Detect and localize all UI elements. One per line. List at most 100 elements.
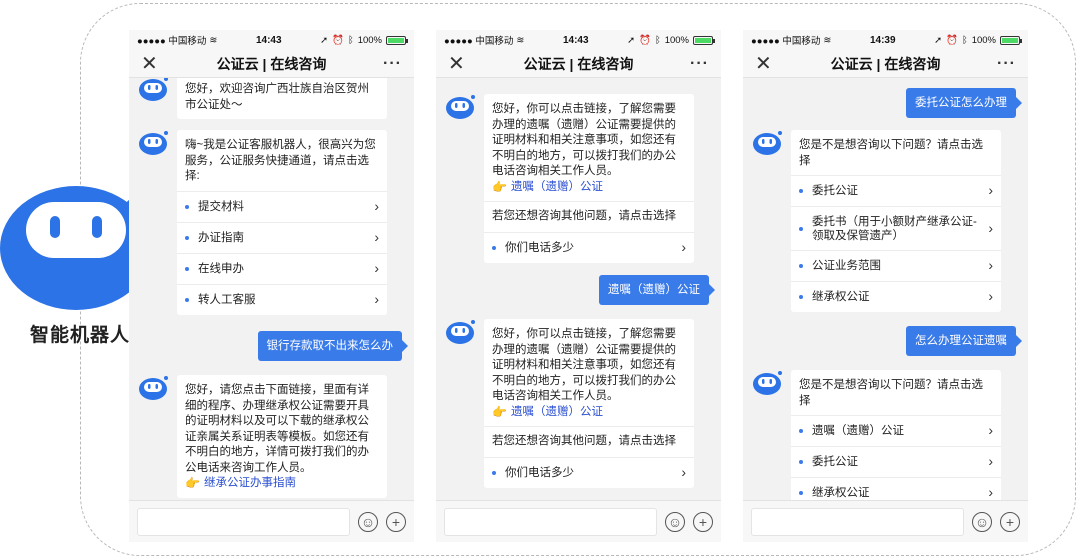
status-time: 14:43 <box>562 34 589 46</box>
bot-message-menu: 嗨~我是公证客服机器人，很高兴为您服务，公证服务快捷通道，请点击选择: 提交材料… <box>177 130 387 315</box>
status-time: 14:39 <box>869 34 896 46</box>
chevron-right-icon: › <box>988 288 993 305</box>
carrier-text: ●●●●● 中国移动 <box>751 36 821 47</box>
will-notary-link[interactable]: 👉 遗嘱（遗赠）公证 <box>492 405 686 421</box>
more-icon[interactable]: ··· <box>689 55 709 73</box>
bot-avatar-icon <box>139 78 168 101</box>
location-icon: ➚ <box>627 34 636 46</box>
emoji-icon[interactable]: ☺ <box>972 511 992 532</box>
input-bar: ☺ + <box>129 500 414 542</box>
close-icon[interactable]: ✕ <box>141 54 161 74</box>
option-human-service[interactable]: 转人工客服 › <box>177 283 387 315</box>
option-submit-materials[interactable]: 提交材料 › <box>177 190 387 222</box>
bullet-icon <box>492 245 496 250</box>
user-message: 怎么办理公证遗嘱 <box>906 326 1022 356</box>
carrier-text: ●●●●● 中国移动 <box>137 36 207 47</box>
more-icon[interactable]: ··· <box>996 55 1016 73</box>
option-phone-number[interactable]: 你们电话多少 › <box>484 456 694 488</box>
option-online-apply[interactable]: 在线申办 › <box>177 252 387 284</box>
bot-avatar-icon <box>753 371 782 395</box>
close-icon[interactable]: ✕ <box>448 54 468 74</box>
close-icon[interactable]: ✕ <box>755 54 775 74</box>
option-business-scope[interactable]: 公证业务范围 › <box>791 250 1001 281</box>
chevron-right-icon: › <box>374 197 379 214</box>
nav-bar: ✕ 公证云 | 在线咨询 ··· <box>436 50 721 78</box>
bot-avatar-icon <box>446 95 475 119</box>
option-entrust-notary[interactable]: 委托公证 › <box>791 175 1001 206</box>
carrier-text: ●●●●● 中国移动 <box>444 36 514 47</box>
will-notary-link[interactable]: 👉 遗嘱（遗赠）公证 <box>492 180 686 196</box>
plus-icon[interactable]: + <box>693 511 713 532</box>
bullet-icon <box>799 460 803 464</box>
location-icon: ➚ <box>320 34 329 46</box>
bullet-icon <box>799 491 803 495</box>
message-input[interactable] <box>444 507 657 536</box>
showcase-stage: 智能机器人 ●●●●● 中国移动 ≋ 14:43 ➚ ⏰ ᛒ 100% ✕ 公证云 | … <box>0 0 1080 559</box>
bullet-icon <box>799 429 803 433</box>
input-bar: ☺ + <box>743 500 1028 542</box>
bot-avatar-icon <box>753 131 782 155</box>
battery-percent: 100% <box>971 34 996 46</box>
chevron-right-icon: › <box>681 238 686 255</box>
input-bar: ☺ + <box>436 500 721 542</box>
chevron-right-icon: › <box>374 290 379 307</box>
bullet-icon <box>185 266 189 271</box>
phone-screen-3: ●●●●● 中国移动 ≋ 14:39 ➚ ⏰ ᛒ 100% ✕ 公证云 | 在线咨询 ·… <box>743 30 1028 542</box>
option-power-of-attorney[interactable]: 委托书（用于小额财产继承公证-领取及保管遗产） › <box>791 206 1001 250</box>
chat-area[interactable]: 您好，你可以点击链接，了解您需要办理的遗嘱（遗赠）公证需要提供的证明材料和相关注… <box>436 78 721 500</box>
chat-area[interactable]: 您好，欢迎咨询广西壮族自治区贺州市公证处～ 嗨~我是公证客服机器人，很高兴为您服… <box>129 78 414 500</box>
emoji-icon[interactable]: ☺ <box>665 511 685 532</box>
chevron-right-icon: › <box>988 484 993 500</box>
option-inheritance[interactable]: 继承权公证 › <box>791 477 1001 500</box>
bot-message-suggestions: 您是不是想咨询以下问题？请点击选择 委托公证 › 委托书（用于小额财产继承公证-领… <box>791 130 1001 312</box>
bot-avatar-icon <box>139 376 168 400</box>
bluetooth-icon: ᛒ <box>654 34 661 46</box>
status-bar: ●●●●● 中国移动 ≋ 14:43 ➚ ⏰ ᛒ 100% <box>436 30 721 50</box>
battery-icon <box>693 35 715 45</box>
battery-fill <box>388 37 404 43</box>
bot-message-answer: 您好，你可以点击链接，了解您需要办理的遗嘱（遗赠）公证需要提供的证明材料和相关注… <box>484 319 694 488</box>
nav-bar: ✕ 公证云 | 在线咨询 ··· <box>129 50 414 78</box>
option-phone-number[interactable]: 你们电话多少 › <box>484 231 694 263</box>
option-will-notary[interactable]: 遗嘱（遗赠）公证 › <box>791 415 1001 446</box>
plus-icon[interactable]: + <box>386 511 406 532</box>
status-bar: ●●●●● 中国移动 ≋ 14:43 ➚ ⏰ ᛒ 100% <box>129 30 414 50</box>
battery-percent: 100% <box>664 34 689 46</box>
alarm-icon: ⏰ <box>332 34 344 46</box>
page-title: 公证云 | 在线咨询 <box>523 55 634 72</box>
emoji-icon[interactable]: ☺ <box>358 511 378 532</box>
option-inheritance[interactable]: 继承权公证 › <box>791 281 1001 312</box>
chevron-right-icon: › <box>681 463 686 480</box>
wifi-icon: ≋ <box>209 34 218 46</box>
bluetooth-icon: ᛒ <box>347 34 354 46</box>
guide-link[interactable]: 👉 继承公证办事指南 <box>185 476 379 492</box>
plus-icon[interactable]: + <box>1000 511 1020 532</box>
bluetooth-icon: ᛒ <box>961 34 968 46</box>
message-input[interactable] <box>137 507 350 536</box>
chevron-right-icon: › <box>988 257 993 274</box>
pointing-hand-icon: 👉 <box>185 476 200 490</box>
more-icon[interactable]: ··· <box>382 55 402 73</box>
bullet-icon <box>185 204 189 209</box>
bullet-icon <box>492 470 496 475</box>
bullet-icon <box>799 295 803 299</box>
bullet-icon <box>799 189 803 193</box>
bullet-icon <box>185 297 189 302</box>
battery-icon <box>1000 35 1022 45</box>
robot-label: 智能机器人 <box>29 325 130 346</box>
chevron-right-icon: › <box>374 228 379 245</box>
chat-area[interactable]: 委托公证怎么办理 您是不是想咨询以下问题？请点击选择 委托公证 › 委托书（用于小… <box>743 78 1028 500</box>
bot-message-answer: 您好，请您点击下面链接，里面有详细的程序、办理继承权公证需要开具的证明材料以及可… <box>177 375 387 498</box>
wifi-icon: ≋ <box>823 34 832 46</box>
option-entrust-notary[interactable]: 委托公证 › <box>791 446 1001 477</box>
chevron-right-icon: › <box>374 259 379 276</box>
nav-bar: ✕ 公证云 | 在线咨询 ··· <box>743 50 1028 78</box>
battery-icon <box>386 35 408 45</box>
bot-avatar-icon <box>139 131 168 155</box>
bot-message-answer: 您好，你可以点击链接，了解您需要办理的遗嘱（遗赠）公证需要提供的证明材料和相关注… <box>484 94 694 263</box>
phone-screen-1: ●●●●● 中国移动 ≋ 14:43 ➚ ⏰ ᛒ 100% ✕ 公证云 | 在线咨询 ·… <box>129 30 414 542</box>
option-guide[interactable]: 办证指南 › <box>177 221 387 253</box>
bullet-icon <box>799 264 803 268</box>
bot-message-suggestions: 您是不是想咨询以下问题？请点击选择 遗嘱（遗赠）公证 › 委托公证 › 继承权公证 › <box>791 370 1001 500</box>
message-input[interactable] <box>751 507 964 536</box>
